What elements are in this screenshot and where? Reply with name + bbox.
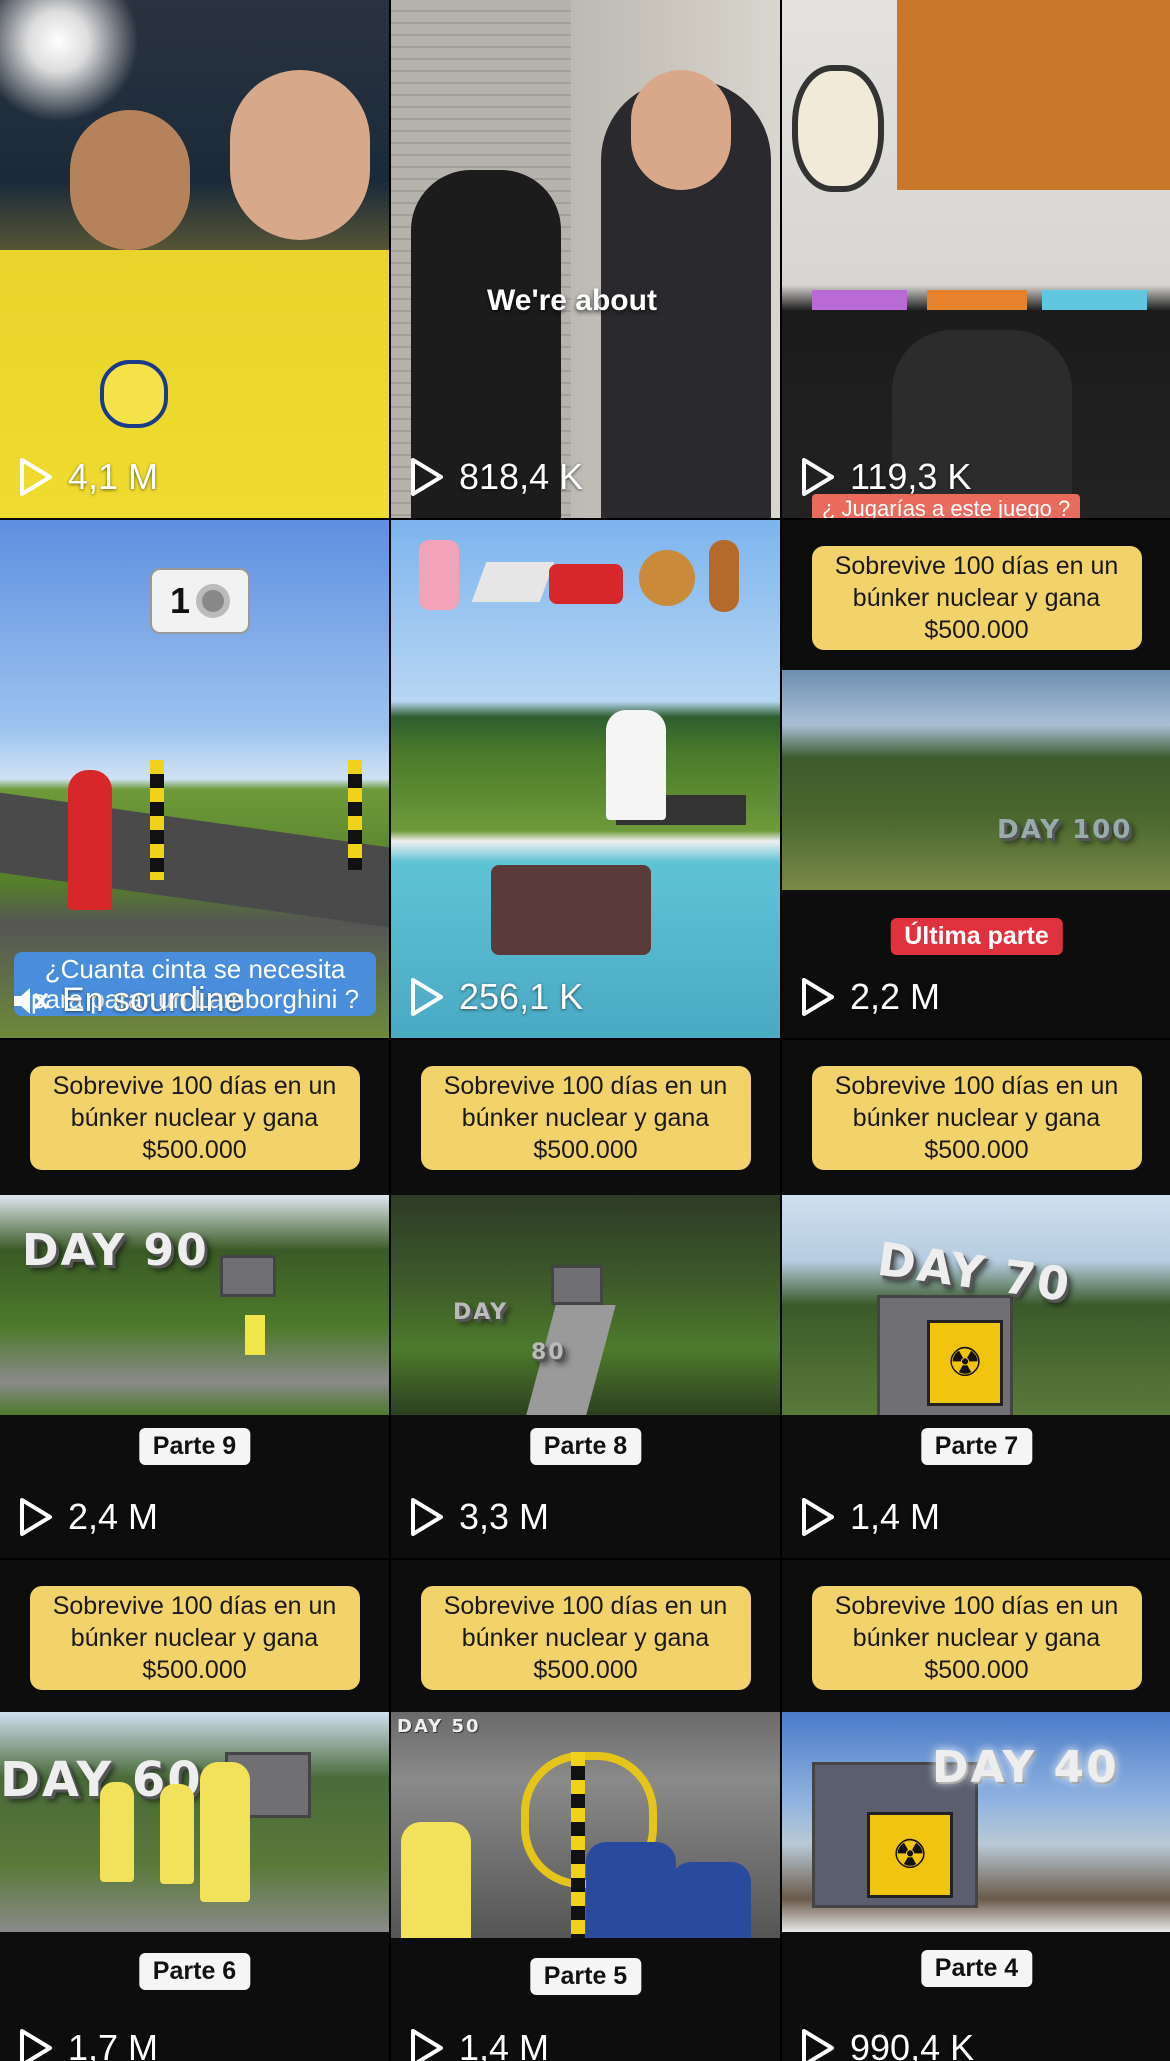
part-badge: Parte 8 [529,1428,642,1465]
promo-banner: Sobrevive 100 días en un búnker nuclear … [29,1066,360,1170]
thumbnail-stadium-selfie [0,0,389,518]
view-count: 119,3 K [800,456,971,498]
video-tile-2[interactable]: We're about 818,4 K [391,0,780,518]
part-badge: Última parte [890,918,1063,955]
part-badge: Parte 5 [529,1958,642,1995]
view-count: 2,4 M [18,1496,158,1538]
thumbnail-photo: DAY 80 [391,1195,780,1415]
thumbnail-road-tape: 1 ¿Cuanta cinta se necesita para parar u… [0,520,389,1038]
views-label: 1,4 M [850,1496,941,1537]
day-label: DAY [453,1300,509,1325]
video-grid: 4,1 M We're about 818,4 K ¿ Jugarías a e… [0,0,1170,2061]
muted-label: En sourdine [62,981,244,1019]
muted-indicator[interactable]: En sourdine [12,981,243,1020]
views-label: 1,7 M [68,2027,159,2061]
day-label: DAY 90 [22,1225,209,1276]
views-label: 1,4 M [459,2027,550,2061]
view-count: 1,4 M [409,2027,549,2061]
video-tile-3[interactable]: ¿ Jugarías a este juego ? 119,3 K [782,0,1170,518]
view-count: 4,1 M [18,456,158,498]
video-tile-5[interactable]: 256,1 K [391,520,780,1038]
thumbnail-garage [391,0,780,518]
play-icon [411,2029,443,2061]
play-icon [411,458,443,496]
part-badge: Parte 4 [920,1950,1033,1987]
play-icon [802,978,834,1016]
play-icon [802,1498,834,1536]
day-label: DAY 50 [397,1716,481,1737]
promo-banner: Sobrevive 100 días en un búnker nuclear … [29,1586,360,1690]
video-tile-12[interactable]: Sobrevive 100 días en un búnker nuclear … [782,1560,1170,2061]
views-label: 2,4 M [68,1496,159,1537]
day-label: DAY 40 [932,1742,1119,1793]
play-icon [20,2029,52,2061]
radiation-icon: ☢ [867,1812,953,1898]
views-label: 256,1 K [459,976,584,1017]
part-badge: Parte 7 [920,1428,1033,1465]
video-tile-1[interactable]: 4,1 M [0,0,389,518]
day-number: 80 [531,1340,566,1365]
play-icon [20,1498,52,1536]
video-tile-4[interactable]: 1 ¿Cuanta cinta se necesita para parar u… [0,520,389,1038]
video-tile-11[interactable]: Sobrevive 100 días en un búnker nuclear … [391,1560,780,2061]
views-label: 4,1 M [68,456,159,497]
counter-badge: 1 [169,580,191,621]
radiation-icon: ☢ [927,1320,1003,1406]
promo-banner: Sobrevive 100 días en un búnker nuclear … [811,546,1142,650]
promo-banner: Sobrevive 100 días en un búnker nuclear … [420,1066,751,1170]
video-tile-9[interactable]: Sobrevive 100 días en un búnker nuclear … [782,1040,1170,1558]
tape-roll-icon [196,584,231,618]
view-count: 1,7 M [18,2027,158,2061]
video-tile-8[interactable]: Sobrevive 100 días en un búnker nuclear … [391,1040,780,1558]
view-count: 1,4 M [800,1496,940,1538]
play-icon [20,458,52,496]
thumbnail-photo: DAY 100 [782,670,1170,890]
day-label: DAY 100 [997,815,1133,845]
views-label: 119,3 K [850,456,972,497]
thumbnail-photo: ☢ DAY 40 [782,1712,1170,1932]
thumbnail-photo: DAY 60 [0,1712,389,1932]
view-count: 3,3 M [409,1496,549,1538]
views-label: 818,4 K [459,456,584,497]
video-tile-7[interactable]: Sobrevive 100 días en un búnker nuclear … [0,1040,389,1558]
view-count: 256,1 K [409,976,583,1018]
promo-banner: Sobrevive 100 días en un búnker nuclear … [811,1586,1142,1690]
view-count: 990,4 K [800,2027,974,2061]
thumbnail-kitchen [782,0,1170,518]
play-icon [411,978,443,1016]
promo-banner: Sobrevive 100 días en un búnker nuclear … [811,1066,1142,1170]
video-tile-10[interactable]: Sobrevive 100 días en un búnker nuclear … [0,1560,389,2061]
part-badge: Parte 9 [138,1428,251,1465]
play-icon [802,458,834,496]
views-label: 3,3 M [459,1496,550,1537]
view-count: 818,4 K [409,456,583,498]
part-badge: Parte 6 [138,1953,251,1990]
play-icon [411,1498,443,1536]
thumbnail-photo: ☢ DAY 70 [782,1195,1170,1415]
video-caption-overlay: We're about [487,284,657,317]
thumbnail-photo: DAY 50 [391,1712,780,1938]
video-tile-6[interactable]: Sobrevive 100 días en un búnker nuclear … [782,520,1170,1038]
view-count: 2,2 M [800,976,940,1018]
views-label: 990,4 K [850,2027,975,2061]
speaker-muted-icon [14,987,48,1014]
play-icon [802,2029,834,2061]
views-label: 2,2 M [850,976,941,1017]
thumbnail-pool-challenge [391,520,780,1038]
thumbnail-photo: DAY 90 [0,1195,389,1415]
promo-banner: Sobrevive 100 días en un búnker nuclear … [420,1586,751,1690]
